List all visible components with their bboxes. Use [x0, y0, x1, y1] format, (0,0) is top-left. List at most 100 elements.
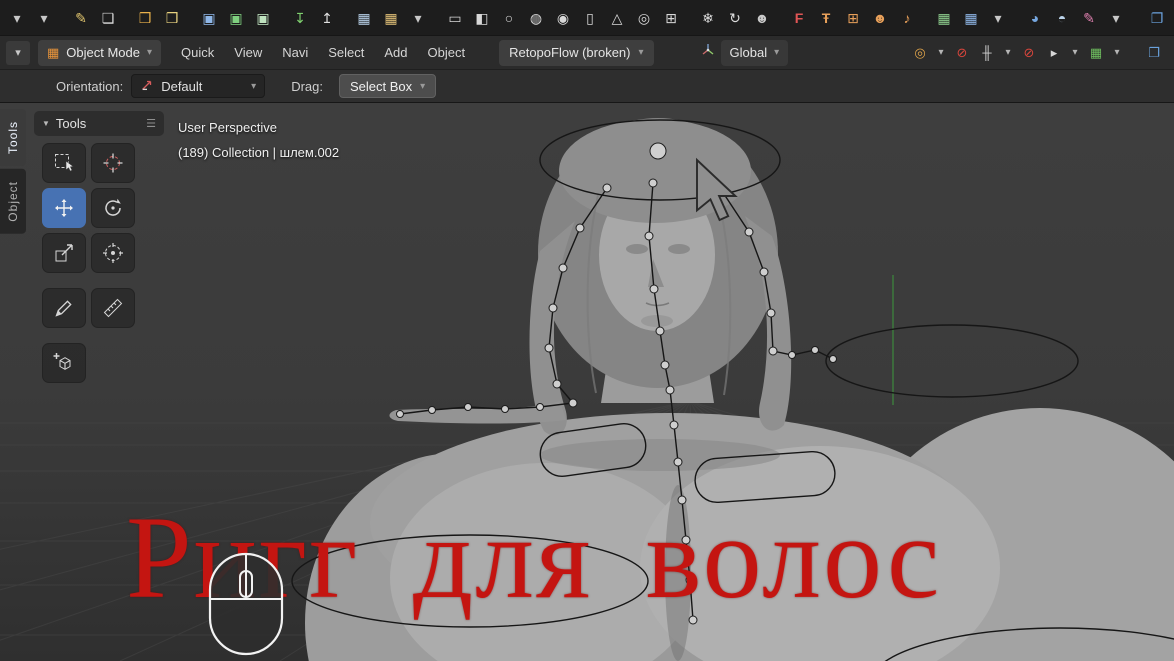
- mesh-circle-icon[interactable]: ○: [496, 4, 522, 32]
- snap-dropdown[interactable]: ▾: [933, 40, 949, 66]
- brush-icon[interactable]: ✎: [1076, 4, 1102, 32]
- viewport-info-overlay: User Perspective (189) Collection | шлем…: [178, 115, 339, 165]
- text-object-icon[interactable]: Ŧ: [813, 4, 839, 32]
- particles-icon[interactable]: ❄: [695, 4, 721, 32]
- menu-bar: Quick View Navi Select Add Object: [171, 40, 475, 66]
- viewport-header: ▾ ▦ Object Mode ▾ Quick View Navi Select…: [0, 35, 1174, 69]
- chevron-down-icon: ▾: [15, 47, 21, 59]
- image-dropdown[interactable]: ▾: [985, 4, 1011, 32]
- retopoflow-menu[interactable]: RetopoFlow (broken) ▾: [499, 39, 654, 66]
- annotate-tool[interactable]: [42, 288, 86, 328]
- menu-navi[interactable]: Navi: [272, 40, 318, 66]
- rotate-tool[interactable]: [91, 188, 135, 228]
- save-icon[interactable]: ▣: [196, 4, 222, 32]
- tab-object[interactable]: Object: [0, 169, 26, 234]
- mesh-cone-icon[interactable]: △: [604, 4, 630, 32]
- fcurve-icon[interactable]: F: [786, 4, 812, 32]
- cursor-tool[interactable]: [91, 143, 135, 183]
- mode-selector[interactable]: ▦ Object Mode ▾: [38, 39, 162, 66]
- panel-menu-icon[interactable]: ☰: [146, 117, 156, 130]
- editor-type-selector[interactable]: ▾: [6, 40, 30, 65]
- sep: [341, 4, 350, 32]
- studio-light-icon[interactable]: ◓: [1049, 4, 1075, 32]
- collapse-arrow-icon: ▼: [42, 119, 50, 128]
- duplicate-area-icon[interactable]: ❐: [1142, 40, 1166, 66]
- speaker-icon[interactable]: ♪: [894, 4, 920, 32]
- tools-panel-header[interactable]: ▼ Tools ☰: [34, 111, 164, 136]
- matcap-sphere-icon[interactable]: ◕: [1022, 4, 1048, 32]
- snap-target-off-icon[interactable]: ⊘: [1017, 40, 1041, 66]
- mesh-ico-sphere-icon[interactable]: ◉: [550, 4, 576, 32]
- orientation-label: Orientation:: [56, 78, 124, 94]
- save-copy-icon[interactable]: ▣: [250, 4, 276, 32]
- select-tool-icon[interactable]: ▸: [1042, 40, 1066, 66]
- orientation-dropdown[interactable]: Default ▾: [131, 74, 266, 98]
- tool-buttons: [42, 143, 164, 383]
- menu-object[interactable]: Object: [418, 40, 476, 66]
- drag-mode-dropdown[interactable]: Select Box ▾: [339, 74, 437, 98]
- blender-window: ▾ ▾ ✎ ❏ ❒ ❒ ▣ ▣ ▣ ↧ ↥ ▦ ▦ ▾ ▭ ◧ ○ ◍ ◉ ▯ …: [0, 0, 1174, 661]
- recover-folder-icon[interactable]: ❒: [159, 4, 185, 32]
- monkey-icon[interactable]: ☻: [749, 4, 775, 32]
- menu-quick[interactable]: Quick: [171, 40, 224, 66]
- tool-settings-bar: Orientation: Default ▾ Drag: Select Box …: [0, 69, 1174, 103]
- mesh-grid-icon[interactable]: ⊞: [658, 4, 684, 32]
- mesh-cube-icon[interactable]: ◧: [469, 4, 495, 32]
- falloff-dropdown[interactable]: ▾: [1000, 40, 1016, 66]
- tweak-select-tool[interactable]: [42, 143, 86, 183]
- sep: [921, 4, 930, 32]
- mode-label: Object Mode: [66, 45, 140, 60]
- menu-add[interactable]: Add: [374, 40, 417, 66]
- movie-clip-icon[interactable]: ▦: [958, 4, 984, 32]
- scale-tool[interactable]: [42, 233, 86, 273]
- topbar: ▾ ▾ ✎ ❏ ❒ ❒ ▣ ▣ ▣ ↧ ↥ ▦ ▦ ▾ ▭ ◧ ○ ◍ ◉ ▯ …: [0, 0, 1174, 35]
- chevron-down-icon: ▾: [251, 80, 257, 92]
- chevron-down-icon: ▾: [774, 47, 780, 58]
- tab-tools[interactable]: Tools: [0, 109, 26, 167]
- monkey-orange-icon[interactable]: ☻: [867, 4, 893, 32]
- transform-tool[interactable]: [91, 233, 135, 273]
- viewport-3d[interactable]: Tools Object ▼ Tools ☰ User Perspective …: [0, 103, 1174, 661]
- tools-panel-title: Tools: [55, 116, 87, 131]
- orientation-value: Default: [161, 78, 203, 94]
- import-icon[interactable]: ↧: [287, 4, 313, 32]
- file-icon[interactable]: ❏: [95, 4, 121, 32]
- render-image-icon[interactable]: ▦: [351, 4, 377, 32]
- mesh-torus-icon[interactable]: ◎: [631, 4, 657, 32]
- sep: [277, 4, 286, 32]
- array-icon[interactable]: ⊞: [840, 4, 866, 32]
- new-file-icon[interactable]: ✎: [68, 4, 94, 32]
- falloff-icon[interactable]: ╫: [975, 40, 999, 66]
- sidebar-tabs: Tools Object: [0, 109, 26, 234]
- open-folder-icon[interactable]: ❒: [132, 4, 158, 32]
- workspace-dropdown[interactable]: ▾: [31, 4, 57, 32]
- spin-icon[interactable]: ↻: [722, 4, 748, 32]
- overlays-icon[interactable]: ▦: [1084, 40, 1108, 66]
- duplicate-area-icon[interactable]: ❐: [1144, 4, 1170, 32]
- orientation-global-dropdown[interactable]: Global ▾: [720, 39, 789, 66]
- editor-type-dropdown[interactable]: ▾: [4, 4, 30, 32]
- add-cube-tool[interactable]: [42, 343, 86, 383]
- image-icon[interactable]: ▦: [931, 4, 957, 32]
- shading-dropdown[interactable]: ▾: [1103, 4, 1129, 32]
- render-dropdown[interactable]: ▾: [405, 4, 431, 32]
- move-tool[interactable]: [42, 188, 86, 228]
- select-dropdown[interactable]: ▾: [1067, 40, 1083, 66]
- snap-magnet-icon[interactable]: ◎: [908, 40, 932, 66]
- mesh-uv-sphere-icon[interactable]: ◍: [523, 4, 549, 32]
- chevron-down-icon: ▾: [420, 80, 426, 92]
- view-perspective-label: User Perspective: [178, 120, 277, 135]
- export-icon[interactable]: ↥: [314, 4, 340, 32]
- proportional-edit-off-icon[interactable]: ⊘: [950, 40, 974, 66]
- mouse-icon: [208, 552, 284, 656]
- measure-tool[interactable]: [91, 288, 135, 328]
- save-as-icon[interactable]: ▣: [223, 4, 249, 32]
- render-animation-icon[interactable]: ▦: [378, 4, 404, 32]
- mesh-cylinder-icon[interactable]: ▯: [577, 4, 603, 32]
- menu-select[interactable]: Select: [318, 40, 374, 66]
- menu-view[interactable]: View: [224, 40, 272, 66]
- mesh-plane-icon[interactable]: ▭: [442, 4, 468, 32]
- sep: [776, 4, 785, 32]
- overlays-dropdown[interactable]: ▾: [1109, 40, 1125, 66]
- tool-group-gap: [42, 333, 135, 338]
